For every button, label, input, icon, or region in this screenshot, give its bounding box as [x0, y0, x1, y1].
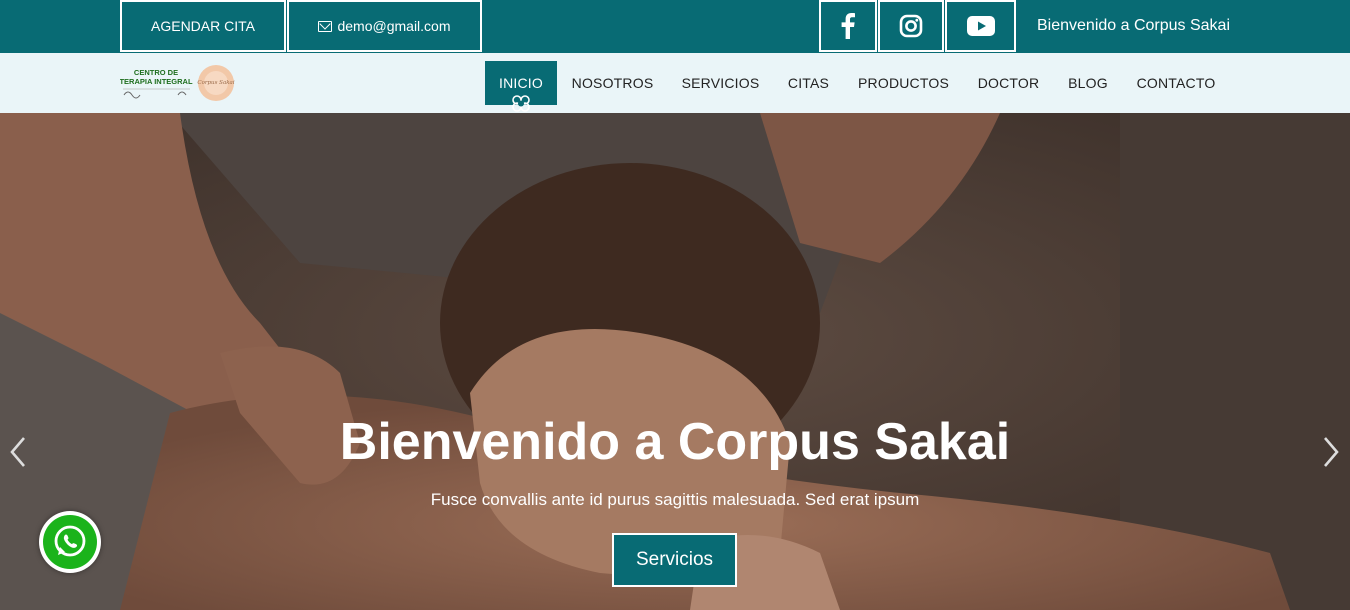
nav-nosotros[interactable]: NOSOTROS: [564, 61, 661, 105]
nav-productos[interactable]: PRODUCTOS: [850, 61, 957, 105]
nav-label: SERVICIOS: [681, 75, 760, 91]
nav-label: DOCTOR: [977, 75, 1040, 91]
hero-title: Bienvenido a Corpus Sakai: [339, 413, 1011, 471]
nav-citas[interactable]: CITAS: [780, 61, 837, 105]
email-text: demo@gmail.com: [337, 18, 451, 34]
ornament-icon: [512, 95, 530, 112]
instagram-button[interactable]: [878, 0, 944, 52]
nav-contacto[interactable]: CONTACTO: [1129, 61, 1223, 105]
nav-label: PRODUCTOS: [858, 75, 949, 91]
whatsapp-icon: [43, 515, 97, 569]
youtube-icon: [966, 16, 995, 36]
nav-label: BLOG: [1068, 75, 1108, 91]
nav-label: CITAS: [787, 75, 830, 91]
envelope-icon: [318, 20, 333, 32]
schedule-label: AGENDAR CITA: [151, 18, 255, 34]
nav-label: INICIO: [499, 75, 543, 91]
svg-text:TERAPIA INTEGRAL: TERAPIA INTEGRAL: [120, 77, 193, 86]
welcome-text: Bienvenido a Corpus Sakai: [1037, 17, 1231, 34]
services-button[interactable]: Servicios: [612, 533, 737, 587]
svg-text:CENTRO DE: CENTRO DE: [134, 68, 178, 77]
nav-servicios[interactable]: SERVICIOS: [674, 61, 767, 105]
schedule-appointment-button[interactable]: AGENDAR CITA: [120, 0, 286, 52]
svg-text:Corpus Sakai: Corpus Sakai: [197, 80, 234, 86]
email-link[interactable]: demo@gmail.com: [287, 0, 482, 52]
nav-label: CONTACTO: [1136, 75, 1216, 91]
facebook-button[interactable]: [819, 0, 877, 52]
nav-doctor[interactable]: DOCTOR: [970, 61, 1047, 105]
youtube-button[interactable]: [945, 0, 1016, 52]
hero-subtitle: Fusce convallis ante id purus sagittis m…: [430, 490, 920, 509]
instagram-icon: [899, 14, 923, 38]
nav-blog[interactable]: BLOG: [1060, 61, 1116, 105]
nav-label: NOSOTROS: [571, 75, 654, 91]
services-label: Servicios: [635, 549, 714, 570]
whatsapp-button[interactable]: [39, 511, 101, 573]
logo[interactable]: CENTRO DE TERAPIA INTEGRAL Corpus Sakai: [119, 63, 235, 103]
facebook-icon: [841, 13, 855, 39]
